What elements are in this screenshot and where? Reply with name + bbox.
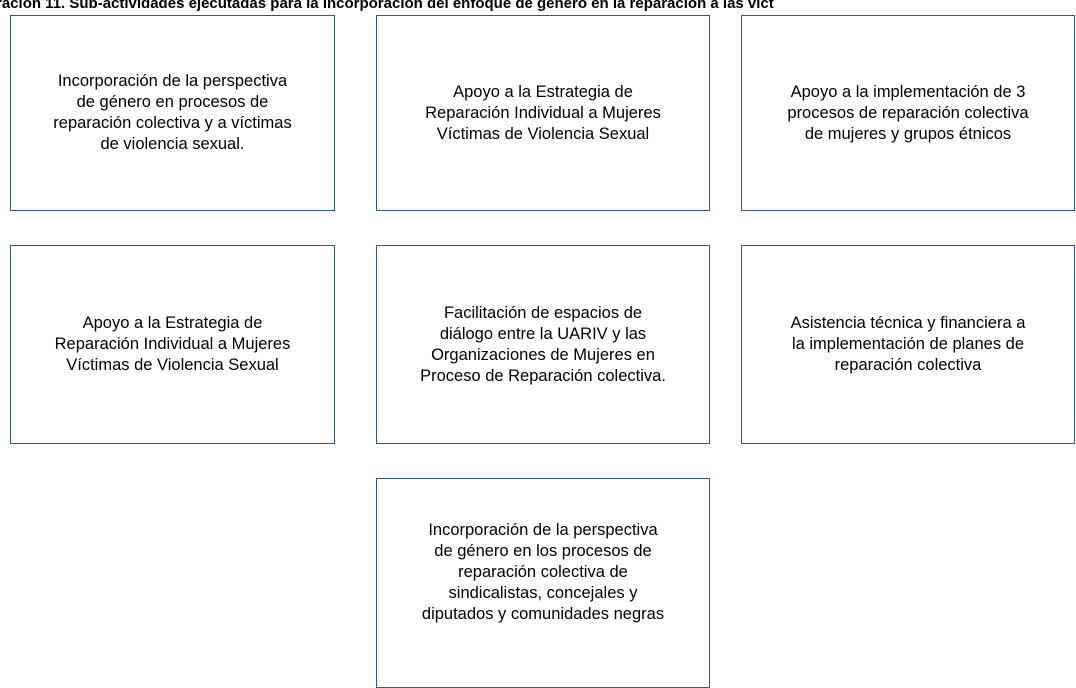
activity-box-2: Apoyo a la Estrategia de Reparación Indi… [376,15,710,211]
activity-box-1: Incorporación de la perspectiva de géner… [10,15,335,211]
activity-box-4: Apoyo a la Estrategia de Reparación Indi… [10,245,335,444]
activity-box-5-text: Facilitación de espacios de diálogo entr… [420,303,666,385]
activity-box-6-text: Asistencia técnica y financiera a la imp… [790,314,1026,374]
activity-box-5: Facilitación de espacios de diálogo entr… [376,245,710,444]
activity-box-1-text: Incorporación de la perspectiva de géner… [53,72,292,153]
figure-title: ración 11. Sub-actividades ejecutadas pa… [0,0,1076,13]
activity-box-2-text: Apoyo a la Estrategia de Reparación Indi… [425,82,661,143]
activity-box-7: Incorporación de la perspectiva de géner… [376,478,710,688]
figure-title-text: ración 11. Sub-actividades ejecutadas pa… [0,0,774,12]
activity-box-3: Apoyo a la implementación de 3 procesos … [741,15,1075,211]
activity-box-7-text: Incorporación de la perspectiva de géner… [421,520,665,623]
activity-box-3-text: Apoyo a la implementación de 3 procesos … [787,82,1029,143]
activity-box-6: Asistencia técnica y financiera a la imp… [741,245,1075,444]
activity-box-4-text: Apoyo a la Estrategia de Reparación Indi… [54,314,291,374]
